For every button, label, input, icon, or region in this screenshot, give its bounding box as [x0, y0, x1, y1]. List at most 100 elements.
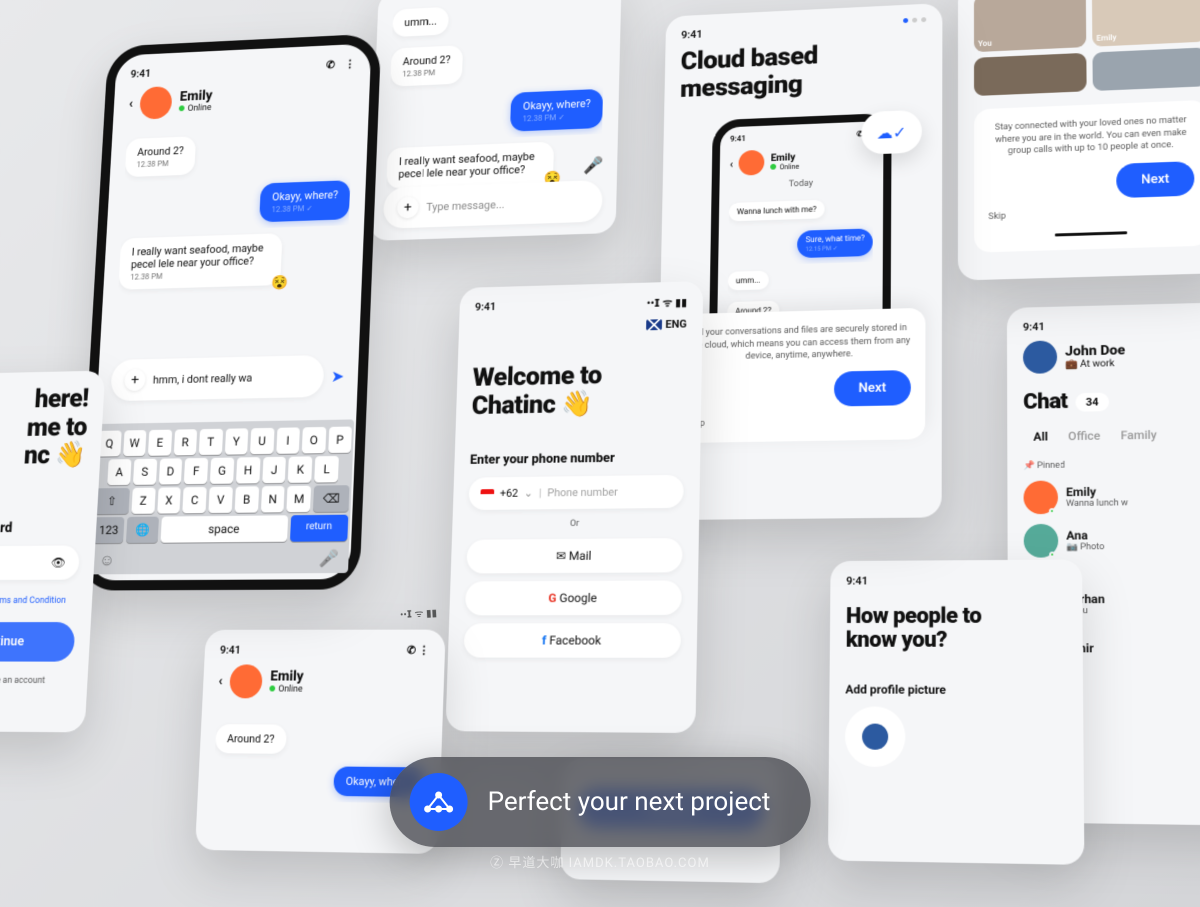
mic-icon[interactable]: 🎤: [318, 548, 339, 569]
chat-item-ana[interactable]: Ana📷 Photo: [1024, 522, 1200, 557]
call-icon[interactable]: ✆: [326, 58, 335, 71]
key-l[interactable]: L: [314, 456, 339, 483]
mini-msg-lunch: Wanna lunch with me?: [729, 200, 825, 222]
chat-count-badge: 34: [1076, 392, 1109, 411]
welcome-title-1: Welcome to: [472, 361, 602, 393]
tab-all[interactable]: All: [1023, 426, 1058, 448]
terms-link[interactable]: Terms and Condition: [0, 596, 66, 606]
cloud-next-button[interactable]: Next: [834, 370, 911, 407]
tab-family[interactable]: Family: [1110, 424, 1167, 447]
cloud-check-badge: ☁✓: [861, 110, 922, 155]
contact-status: Online: [187, 103, 211, 114]
cloud-skip-link[interactable]: Skip: [688, 415, 911, 429]
status-time-6: 9:41: [220, 644, 241, 657]
key-s[interactable]: S: [133, 459, 157, 485]
welcome-partial-here: here!: [34, 384, 90, 415]
welcome-partial-nc: nc 👋: [23, 440, 86, 471]
add-picture-button[interactable]: [845, 707, 906, 768]
key-i[interactable]: I: [276, 427, 300, 453]
pinned-label: 📌 Pinned: [1023, 459, 1200, 472]
key-e[interactable]: E: [148, 430, 172, 456]
key-w[interactable]: W: [123, 430, 147, 456]
vcall-skip-link[interactable]: Skip: [988, 205, 1195, 222]
mail-button[interactable]: ✉ Mail: [466, 538, 682, 573]
key-d[interactable]: D: [158, 458, 182, 484]
key-123[interactable]: 123: [93, 517, 125, 543]
profile-title-1: How people to: [846, 604, 982, 629]
message-input-2[interactable]: Type message...: [426, 198, 505, 213]
reaction-icon[interactable]: 😵: [271, 275, 289, 291]
key-⌫[interactable]: ⌫: [313, 485, 349, 512]
voice-icon[interactable]: 🎤: [583, 155, 603, 174]
language-switch[interactable]: ENG: [665, 318, 686, 331]
phone-input[interactable]: Phone number: [547, 486, 618, 500]
key-g[interactable]: G: [210, 458, 234, 484]
vcall-desc: Stay connected with your loved ones no m…: [988, 114, 1194, 159]
placeholder-avatar-icon: [862, 724, 888, 750]
key-b[interactable]: B: [234, 486, 258, 512]
add-pic-label: Add profile picture: [845, 683, 1066, 698]
status-signal: ••𝗜 ᯤ ▮▮: [646, 295, 687, 311]
facebook-button[interactable]: f Facebook: [464, 623, 682, 658]
key-f[interactable]: F: [184, 458, 208, 484]
signal-fragment: ••𝗜 ᯤ ▮▮: [400, 605, 438, 621]
avatar-emily-2[interactable]: [229, 664, 263, 698]
profile-title-2: know you?: [846, 628, 947, 653]
chevron-down-icon[interactable]: ⌄: [524, 487, 533, 500]
key-v[interactable]: V: [208, 487, 232, 513]
key-j[interactable]: J: [262, 457, 286, 484]
attach-button[interactable]: +: [124, 369, 146, 391]
tab-office[interactable]: Office: [1058, 425, 1111, 447]
key-u[interactable]: U: [250, 428, 274, 454]
key-x[interactable]: X: [157, 487, 181, 513]
message-input[interactable]: hmm, i dont really wa: [153, 371, 253, 386]
key-a[interactable]: A: [107, 459, 131, 485]
avatar-emily[interactable]: [140, 86, 173, 120]
promo-banner: Perfect your next project: [390, 757, 811, 847]
status-time-2: 9:41: [475, 300, 496, 315]
vcall-you-tile: You: [974, 0, 1086, 52]
vcall-tile-3: [974, 53, 1087, 96]
vcall-next-button[interactable]: Next: [1116, 161, 1195, 198]
key-k[interactable]: K: [288, 456, 312, 483]
key-o[interactable]: O: [302, 427, 326, 454]
key-space[interactable]: space: [160, 515, 287, 542]
key-y[interactable]: Y: [224, 428, 248, 454]
msg-okay-top: Okayy, where?12.38 PM ✓: [510, 89, 603, 132]
already-account-link[interactable]: I already have an account: [0, 675, 72, 686]
continue-button[interactable]: Continue: [0, 622, 76, 662]
google-button[interactable]: G Google: [465, 581, 682, 616]
key-n[interactable]: N: [261, 486, 285, 513]
enter-phone-label: Enter your phone number: [470, 450, 685, 468]
key-⇧[interactable]: ⇧: [94, 488, 129, 514]
key-emoji[interactable]: 🌐: [126, 517, 159, 543]
mini-back[interactable]: ‹: [730, 157, 734, 170]
key-return[interactable]: return: [290, 515, 349, 542]
back-icon-2[interactable]: ‹: [218, 673, 223, 689]
mini-msg-umm: umm...: [728, 271, 769, 291]
country-code[interactable]: +62: [500, 487, 519, 500]
key-c[interactable]: C: [183, 487, 207, 513]
status-time-5: 9:41: [846, 575, 868, 588]
attach-button-2[interactable]: +: [397, 196, 419, 218]
key-z[interactable]: Z: [131, 488, 155, 514]
eye-icon[interactable]: 👁: [51, 555, 66, 569]
back-icon[interactable]: ‹: [128, 96, 133, 111]
pager-dots: [903, 17, 926, 31]
key-h[interactable]: H: [236, 457, 260, 483]
key-r[interactable]: R: [173, 429, 197, 455]
key-t[interactable]: T: [199, 429, 223, 455]
msg-umm-top: umm...: [392, 7, 449, 37]
status-time-4: 9:41: [1023, 320, 1045, 333]
key-m[interactable]: M: [287, 486, 312, 513]
chat-item-emily[interactable]: EmilyWanna lunch w: [1024, 478, 1200, 514]
send-button[interactable]: ➤: [331, 366, 345, 385]
more-icon[interactable]: ⋮: [344, 58, 355, 71]
emoji-icon[interactable]: ☺: [99, 550, 116, 570]
msg-in-around-2: Around 2?: [215, 724, 287, 754]
status-time: 9:41: [130, 67, 151, 80]
vcall-tile-4: [1092, 47, 1200, 91]
key-p[interactable]: P: [328, 426, 352, 453]
avatar-john[interactable]: [1023, 340, 1057, 374]
contact-name: Emily: [179, 88, 212, 105]
